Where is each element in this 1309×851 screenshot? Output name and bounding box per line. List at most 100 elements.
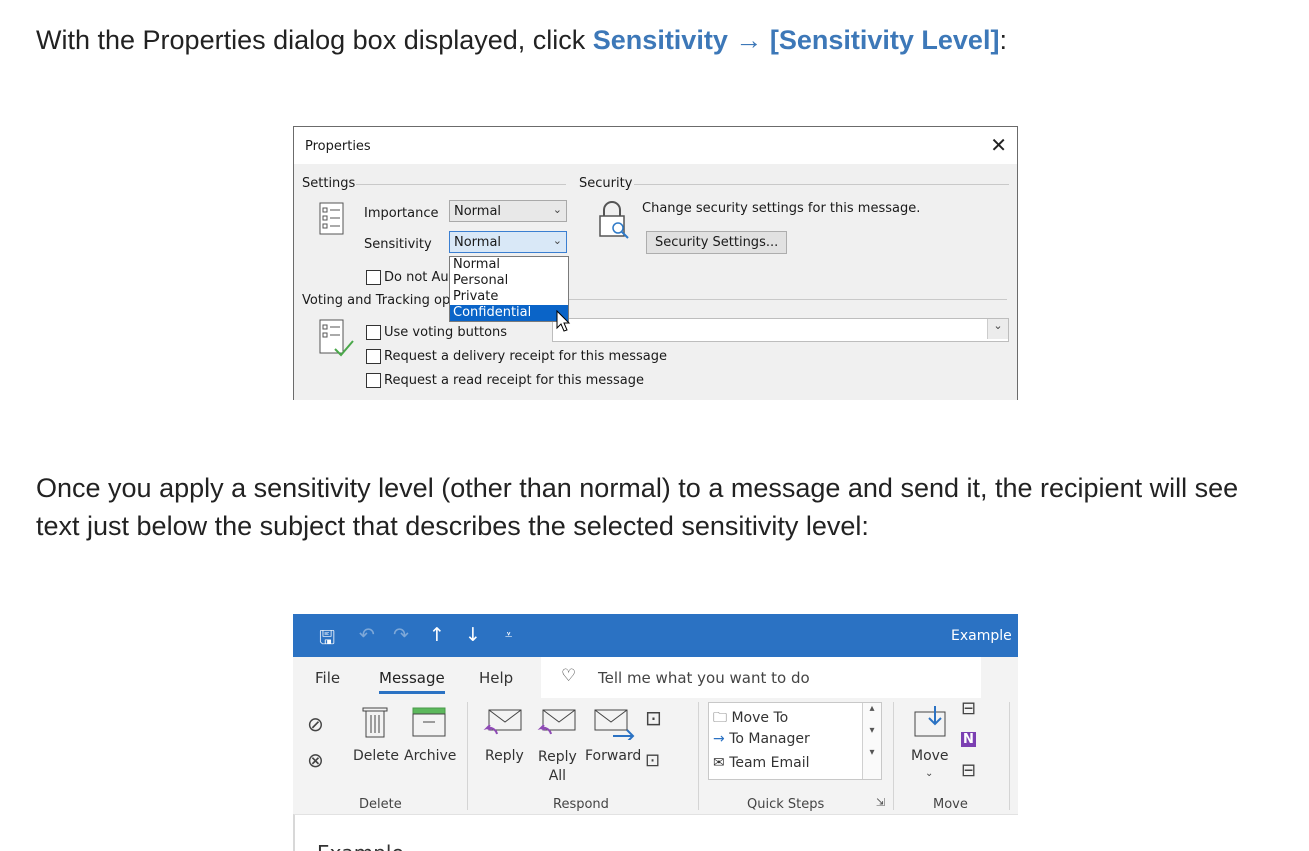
quick-steps-gallery: 🗀 Move To → To Manager ✉ Team Email ▴ ▾ ▾: [708, 702, 882, 780]
undo-icon[interactable]: ↶: [359, 624, 375, 646]
padlock-icon: [599, 201, 629, 239]
sensitivity-link[interactable]: Sensitivity: [593, 25, 728, 55]
move-to-quickstep[interactable]: 🗀 Move To: [713, 707, 788, 731]
quick-steps-group-label: Quick Steps: [747, 797, 825, 812]
customize-qat-icon[interactable]: ⩡: [505, 628, 512, 643]
message-header-area: Example: [293, 814, 1018, 851]
sensitivity-value: Normal: [454, 235, 502, 250]
mouse-pointer-icon: [556, 310, 571, 332]
move-group-label: Move: [933, 797, 968, 812]
voting-divider: [566, 299, 1007, 300]
folder-icon: 🗀: [713, 710, 727, 726]
ignore-icon[interactable]: ⊘: [307, 712, 324, 736]
security-description: Change security settings for this messag…: [642, 201, 921, 216]
intro-text: With the Properties dialog box displayed…: [36, 25, 593, 55]
to-manager-label: To Manager: [729, 731, 810, 747]
window-title: Example: [951, 628, 1012, 644]
sensitivity-select[interactable]: Normal ⌄: [449, 231, 567, 253]
arrow-text: →: [727, 25, 770, 55]
settings-list-icon: [319, 202, 344, 235]
settings-group-label: Settings: [302, 176, 356, 191]
junk-icon[interactable]: ⊗: [307, 748, 324, 772]
outlook-ribbon: 🖫 ↶ ↷ ↑ ↓ ⩡ Example File Message Help ♡ …: [293, 614, 1018, 851]
forward-icon: [594, 709, 635, 740]
group-separator: [1009, 702, 1010, 810]
settings-divider: [356, 184, 566, 185]
save-icon[interactable]: 🖫: [319, 624, 335, 656]
importance-label: Importance: [364, 206, 439, 221]
up-arrow-icon[interactable]: ↑: [429, 624, 445, 646]
security-divider: [634, 184, 1009, 185]
importance-select[interactable]: Normal ⌄: [449, 200, 567, 222]
chevron-down-icon[interactable]: ⌄: [925, 768, 933, 779]
reply-button[interactable]: Reply: [485, 748, 524, 764]
envelope-icon: ✉: [713, 755, 725, 771]
team-email-quickstep[interactable]: ✉ Team Email: [713, 755, 809, 771]
read-receipt-label: Request a read receipt for this message: [384, 373, 645, 388]
intro-colon: :: [999, 25, 1007, 55]
forward-button[interactable]: Forward: [585, 748, 641, 764]
option-private[interactable]: Private: [450, 289, 568, 305]
option-confidential[interactable]: Confidential: [450, 305, 568, 321]
delete-group-label: Delete: [359, 797, 402, 812]
chevron-down-icon: ⌄: [552, 203, 562, 216]
dialog-title: Properties: [305, 139, 371, 154]
reply-all-icon: [537, 709, 576, 735]
tell-me-box[interactable]: ♡ Tell me what you want to do: [541, 657, 981, 698]
sensitivity-explanation: Once you apply a sensitivity level (othe…: [36, 473, 1239, 541]
move-icon: [914, 706, 946, 737]
voting-options-input[interactable]: ⌄: [552, 318, 1009, 342]
intro-sentence: With the Properties dialog box displayed…: [36, 21, 1007, 59]
tab-file[interactable]: File: [315, 669, 340, 687]
option-personal[interactable]: Personal: [450, 273, 568, 289]
option-normal[interactable]: Normal: [450, 257, 568, 273]
do-not-autoarchive-label: Do not Au: [384, 270, 449, 285]
use-voting-checkbox[interactable]: [366, 325, 381, 340]
sensitivity-label: Sensitivity: [364, 237, 432, 252]
use-voting-label: Use voting buttons: [384, 325, 508, 340]
down-arrow-icon[interactable]: ↓: [465, 624, 481, 646]
delete-button[interactable]: Delete: [353, 748, 399, 764]
chevron-down-icon[interactable]: ⌄: [987, 319, 1008, 339]
message-subject: Example: [317, 841, 404, 851]
security-settings-button[interactable]: Security Settings...: [646, 231, 788, 254]
tab-help[interactable]: Help: [479, 669, 513, 687]
sensitivity-level-link[interactable]: [Sensitivity Level]: [770, 25, 1000, 55]
dialog-titlebar: Properties ✕: [294, 127, 1017, 164]
archive-button[interactable]: Archive: [404, 748, 456, 764]
actions-icon[interactable]: ⊟: [961, 760, 976, 781]
quick-access-toolbar: 🖫 ↶ ↷ ↑ ↓ ⩡ Example: [293, 614, 1018, 657]
ribbon-tabs: File Message Help ♡ Tell me what you wan…: [293, 657, 1018, 698]
to-manager-quickstep[interactable]: → To Manager: [713, 731, 810, 747]
delivery-receipt-label: Request a delivery receipt for this mess…: [384, 349, 667, 364]
meeting-icon[interactable]: ⊡: [645, 706, 662, 730]
voting-checklist-icon: [319, 319, 354, 357]
delete-icon: [362, 707, 388, 738]
group-separator: [467, 702, 468, 810]
dialog-launcher-icon[interactable]: ⇲: [876, 796, 885, 809]
close-icon[interactable]: ✕: [990, 133, 1007, 157]
do-not-autoarchive-checkbox[interactable]: [366, 270, 381, 285]
reply-icon: [483, 709, 522, 735]
group-separator: [893, 702, 894, 810]
reply-all-button[interactable]: Reply All: [538, 748, 577, 786]
ribbon-body: ⊘ ⊗ Delete Archive Delete ⊡ Reply Reply …: [293, 698, 1018, 814]
properties-dialog: Properties ✕ Settings Security Importanc…: [293, 126, 1018, 400]
lightbulb-icon: ♡: [561, 666, 577, 686]
move-to-label: Move To: [731, 710, 789, 726]
move-button[interactable]: Move: [911, 748, 949, 764]
quick-steps-scrollbar[interactable]: ▴ ▾ ▾: [862, 703, 881, 779]
onenote-icon[interactable]: N: [961, 732, 976, 747]
more-respond-icon[interactable]: ⊡: [645, 750, 660, 771]
read-receipt-checkbox[interactable]: [366, 373, 381, 388]
arrow-right-icon: →: [713, 731, 725, 747]
delivery-receipt-checkbox[interactable]: [366, 349, 381, 364]
rules-icon[interactable]: ⊟: [961, 698, 976, 719]
group-separator: [698, 702, 699, 810]
importance-value: Normal: [454, 204, 502, 219]
redo-icon[interactable]: ↷: [393, 624, 409, 646]
voting-group-label: Voting and Tracking op: [302, 293, 451, 308]
respond-group-label: Respond: [553, 797, 609, 812]
archive-icon: [412, 707, 446, 737]
tab-message[interactable]: Message: [379, 669, 445, 694]
